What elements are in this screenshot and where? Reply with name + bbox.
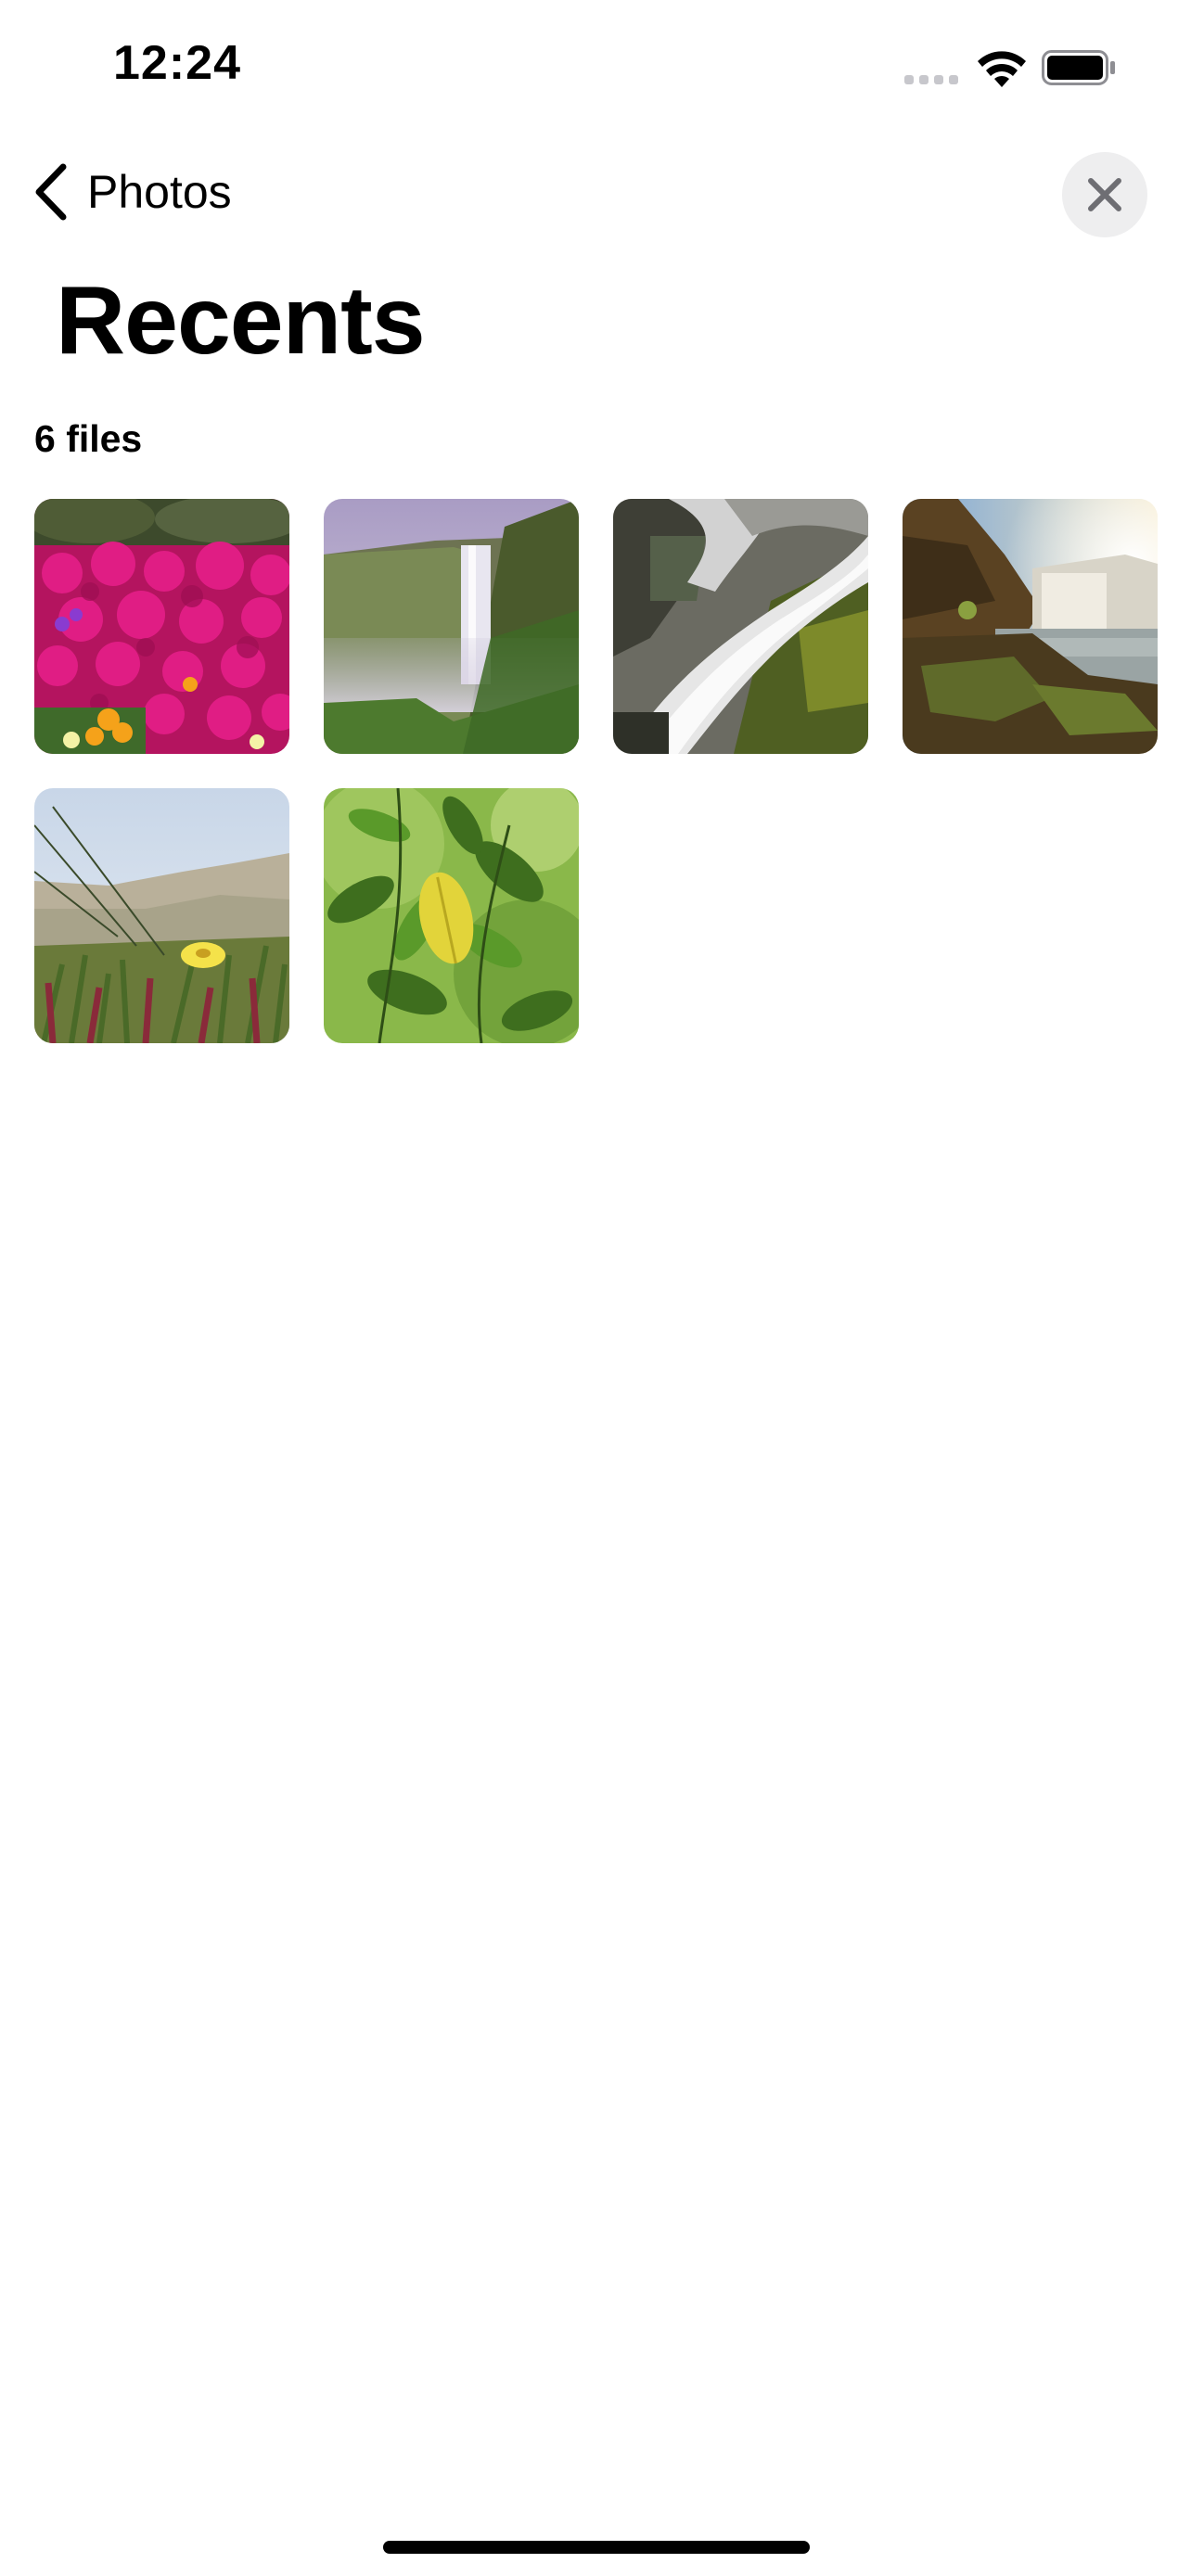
wifi-icon — [978, 51, 1026, 87]
status-bar: 12:24 — [0, 0, 1191, 139]
cellular-signal-icon — [904, 75, 958, 84]
file-count-label: 6 files — [34, 417, 143, 460]
photo-dune-grass — [34, 788, 289, 1043]
photo-thumbnail[interactable] — [903, 499, 1158, 754]
photo-thumbnail[interactable] — [324, 788, 579, 1043]
photo-thumbnail[interactable] — [613, 499, 868, 754]
battery-icon — [1042, 50, 1115, 85]
home-indicator[interactable] — [383, 2541, 810, 2554]
back-button[interactable]: Photos — [32, 159, 232, 224]
photo-waterfall-rocks — [613, 499, 868, 754]
photo-green-leaves — [324, 788, 579, 1043]
photo-waterfall-sunset — [903, 499, 1158, 754]
status-time: 12:24 — [113, 36, 241, 90]
photo-thumbnail[interactable] — [324, 499, 579, 754]
photo-thumbnail[interactable] — [34, 788, 289, 1043]
close-icon — [1088, 178, 1121, 211]
photo-grid — [34, 499, 1159, 1043]
photo-thumbnail[interactable] — [34, 499, 289, 754]
chevron-left-icon — [35, 163, 67, 221]
photo-misty-waterfall — [324, 499, 579, 754]
back-button-label: Photos — [87, 166, 232, 218]
page-title: Recents — [56, 267, 426, 375]
close-button[interactable] — [1062, 152, 1147, 237]
photo-magenta-flowers — [34, 499, 289, 754]
